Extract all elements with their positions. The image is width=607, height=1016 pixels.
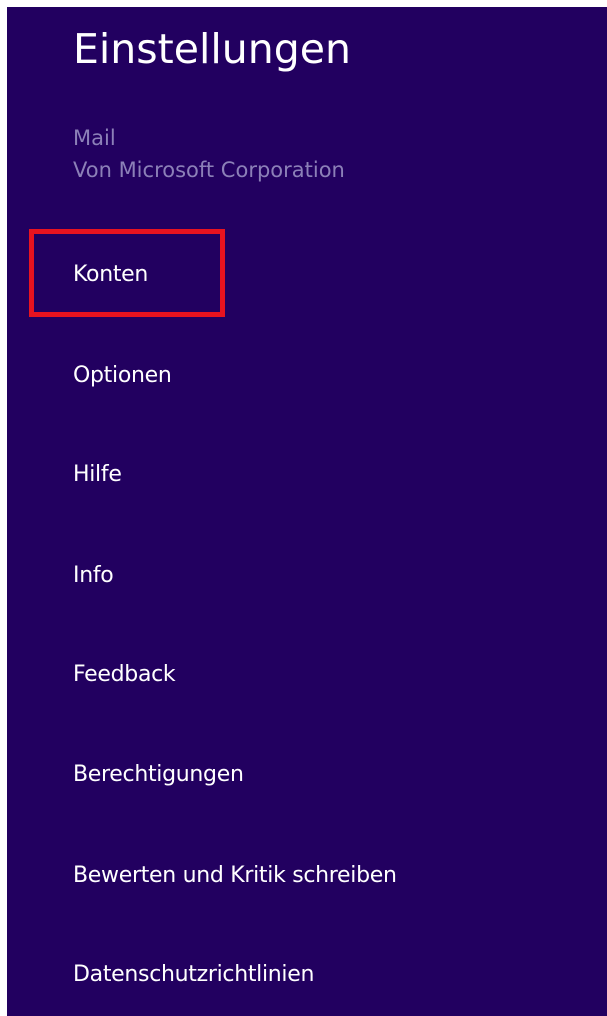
app-info: Mail Von Microsoft Corporation xyxy=(73,122,345,186)
menu-item-hilfe[interactable]: Hilfe xyxy=(73,460,122,490)
app-publisher: Von Microsoft Corporation xyxy=(73,158,345,182)
app-name: Mail xyxy=(73,126,116,150)
menu-item-konten[interactable]: Konten xyxy=(73,260,148,290)
menu-item-info[interactable]: Info xyxy=(73,561,114,591)
menu-item-optionen[interactable]: Optionen xyxy=(73,361,172,391)
menu-item-berechtigungen[interactable]: Berechtigungen xyxy=(73,760,244,790)
menu-item-bewerten[interactable]: Bewerten und Kritik schreiben xyxy=(73,861,397,891)
panel-title: Einstellungen xyxy=(73,25,351,73)
settings-charm-panel: Einstellungen Mail Von Microsoft Corpora… xyxy=(7,7,607,1016)
menu-item-datenschutz[interactable]: Datenschutzrichtlinien xyxy=(73,960,314,990)
menu-item-feedback[interactable]: Feedback xyxy=(73,660,176,690)
